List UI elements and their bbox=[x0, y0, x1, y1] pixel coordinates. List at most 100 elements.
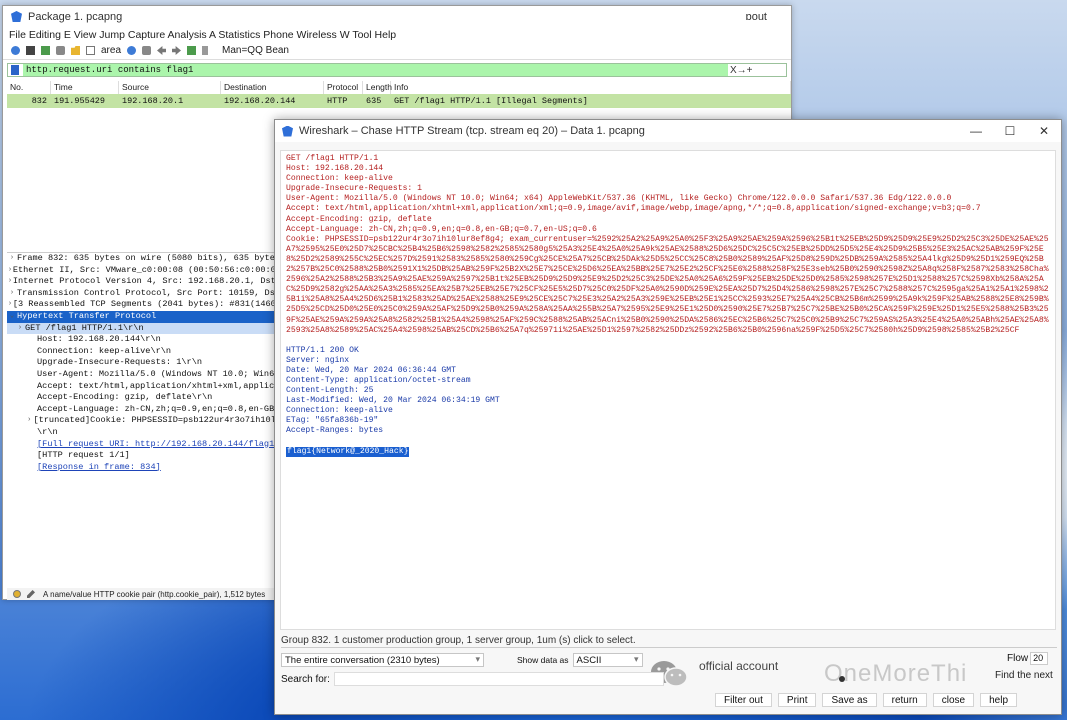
minimize-button[interactable]: — bbox=[959, 124, 993, 138]
go-back-icon[interactable] bbox=[157, 46, 167, 55]
search-input[interactable] bbox=[333, 672, 664, 686]
stop-capture-icon[interactable] bbox=[26, 46, 35, 55]
search-label: Search for: bbox=[281, 673, 330, 685]
expert-info-icon[interactable] bbox=[13, 590, 21, 598]
packet-destination: 192.168.20.144 bbox=[224, 96, 296, 106]
expand-arrow-icon[interactable]: › bbox=[7, 253, 17, 265]
tree-item[interactable]: › [3 Reassembled TCP Segments (2041 bytes… bbox=[7, 299, 281, 311]
maximize-button[interactable]: ☐ bbox=[993, 124, 1027, 138]
find-packet-icon[interactable] bbox=[142, 46, 152, 55]
go-forward-icon[interactable] bbox=[172, 46, 181, 55]
show-data-as-label: Show data as bbox=[517, 655, 569, 665]
response-line: HTTP/1.1 200 OK bbox=[286, 345, 359, 355]
save-as-button[interactable]: Save as bbox=[822, 693, 877, 707]
save-file-icon[interactable] bbox=[86, 46, 95, 55]
request-line: Accept: text/html,application/xhtml+xml,… bbox=[286, 204, 981, 214]
find-next-button[interactable]: Find the next bbox=[995, 671, 1053, 685]
edit-icon[interactable] bbox=[27, 590, 35, 598]
packet-time: 191.955429 bbox=[54, 96, 106, 106]
request-line: User-Agent: Mozilla/5.0 (Windows NT 10.0… bbox=[286, 194, 952, 204]
tree-item[interactable]: › Transmission Control Protocol, Src Port… bbox=[7, 288, 281, 300]
main-toolbar: area Man=QQ Bean bbox=[3, 42, 791, 60]
tree-item[interactable]: › [truncated]Cookie: PHPSESSID=psb122ur4r… bbox=[7, 415, 281, 427]
open-file-icon[interactable] bbox=[71, 46, 80, 55]
toolbar-area-label[interactable]: area bbox=[101, 45, 121, 56]
expand-arrow-icon[interactable]: › bbox=[25, 415, 33, 427]
column-destination[interactable]: Destination bbox=[221, 81, 324, 94]
request-line: Upgrade-Insecure-Requests: 1 bbox=[286, 184, 422, 194]
start-capture-icon[interactable] bbox=[11, 46, 20, 55]
close-button[interactable]: close bbox=[932, 693, 975, 707]
menu-bar[interactable]: File Editing E View Jump Capture Analysi… bbox=[3, 27, 791, 42]
go-first-icon[interactable] bbox=[202, 46, 209, 55]
tree-item[interactable]: Accept-Language: zh-CN,zh;q=0.9,en;q=0.8… bbox=[7, 404, 281, 416]
show-data-as-select[interactable]: ASCII bbox=[572, 653, 643, 667]
tree-item-link[interactable]: [Response in frame: 834] bbox=[7, 462, 281, 474]
tree-item[interactable]: User-Agent: Mozilla/5.0 (Windows NT 10.0… bbox=[7, 369, 281, 381]
column-length[interactable]: Length bbox=[363, 81, 392, 94]
bookmark-filter-icon[interactable] bbox=[11, 65, 19, 75]
packet-details-tree: › Frame 832: 635 bytes on wire (5080 bits… bbox=[7, 252, 281, 582]
packet-info: GET /flag1 HTTP/1.1 [Illegal Segments] bbox=[394, 96, 588, 106]
tree-item[interactable]: Host: 192.168.20.144\r\n bbox=[7, 334, 281, 346]
toolbar-man-label: Man=QQ Bean bbox=[222, 45, 289, 56]
packet-protocol: HTTP bbox=[327, 96, 348, 106]
go-to-packet-icon[interactable] bbox=[187, 46, 197, 55]
expand-arrow-icon[interactable]: › bbox=[7, 288, 17, 300]
stream-content[interactable]: GET /flag1 HTTP/1.1 Host: 192.168.20.144… bbox=[280, 150, 1056, 630]
dialog-status-text: Group 832. 1 customer production group, … bbox=[281, 635, 636, 646]
column-time[interactable]: Time bbox=[51, 81, 119, 94]
status-text: A name/value HTTP cookie pair (http.cook… bbox=[43, 589, 266, 599]
expand-arrow-icon[interactable]: › bbox=[15, 323, 25, 335]
request-line: GET /flag1 HTTP/1.1 bbox=[286, 154, 379, 163]
print-button[interactable]: Print bbox=[777, 693, 817, 707]
filter-clear-apply-buttons[interactable]: X→+ bbox=[730, 65, 753, 76]
column-protocol[interactable]: Protocol bbox=[324, 81, 363, 94]
column-source[interactable]: Source bbox=[119, 81, 221, 94]
tree-item[interactable]: \r\n bbox=[7, 427, 281, 439]
capture-options-icon[interactable] bbox=[56, 46, 65, 55]
search-row: Search for: bbox=[281, 671, 1057, 687]
main-title-bar: Package 1. pcapng ɒout bbox=[3, 6, 791, 27]
close-window-button[interactable]: ✕ bbox=[1027, 124, 1061, 138]
main-window-title: Package 1. pcapng bbox=[28, 10, 123, 23]
reload-icon[interactable] bbox=[127, 46, 137, 55]
return-button[interactable]: return bbox=[882, 693, 927, 707]
response-line: Accept-Ranges: bytes bbox=[286, 426, 384, 436]
flow-spinbox[interactable]: 20 bbox=[1030, 652, 1049, 665]
tree-item-link[interactable]: [Full request URI: http://192.168.20.144… bbox=[7, 439, 281, 451]
restart-capture-icon[interactable] bbox=[41, 46, 50, 55]
tree-item[interactable]: [HTTP request 1/1] bbox=[7, 450, 281, 462]
wireshark-fin-icon bbox=[282, 125, 293, 137]
help-button[interactable]: help bbox=[980, 693, 1017, 707]
tree-item[interactable]: › Ethernet II, Src: VMware_c0:00:08 (00:5… bbox=[7, 265, 281, 277]
display-filter-bar: http.request.uri contains flag1 X→+ bbox=[7, 63, 787, 77]
follow-stream-dialog: Wireshark – Chase HTTP Stream (tcp. stre… bbox=[274, 119, 1062, 715]
response-line: Connection: keep-alive bbox=[286, 406, 393, 416]
tree-item-http-selected[interactable]: ⌄ Hypertext Transfer Protocol bbox=[7, 310, 281, 323]
tree-item[interactable]: Accept-Encoding: gzip, deflate\r\n bbox=[7, 392, 281, 404]
conversation-select[interactable]: The entire conversation (2310 bytes) bbox=[281, 653, 484, 667]
tree-item[interactable]: › Frame 832: 635 bytes on wire (5080 bits… bbox=[7, 253, 281, 265]
packet-row[interactable]: 832 191.955429 192.168.20.1 192.168.20.1… bbox=[7, 94, 791, 108]
flag-text-selected[interactable]: flag1{Network@_2020_Hack} bbox=[286, 446, 410, 457]
response-line: Content-Type: application/octet-stream bbox=[286, 375, 471, 385]
logout-button[interactable]: ɒout bbox=[746, 11, 767, 23]
collapse-arrow-icon[interactable]: ⌄ bbox=[7, 311, 17, 323]
tree-item[interactable]: › Internet Protocol Version 4, Src: 192.1… bbox=[7, 276, 281, 288]
tree-item[interactable]: Accept: text/html,application/xhtml+xml,… bbox=[7, 381, 281, 393]
dialog-title: Wireshark – Chase HTTP Stream (tcp. stre… bbox=[299, 125, 645, 137]
request-line: Accept-Language: zh-CN,zh;q=0.9,en;q=0.8… bbox=[286, 224, 597, 234]
packet-source: 192.168.20.1 bbox=[122, 96, 184, 106]
column-info[interactable]: Info bbox=[391, 81, 791, 94]
tree-item[interactable]: Connection: keep-alive\r\n bbox=[7, 346, 281, 358]
filter-out-button[interactable]: Filter out bbox=[715, 693, 772, 707]
tree-item[interactable]: › GET /flag1 HTTP/1.1\r\n bbox=[7, 322, 281, 335]
column-no[interactable]: No. bbox=[7, 81, 51, 94]
radio-icon[interactable] bbox=[838, 676, 845, 682]
dialog-title-bar: Wireshark – Chase HTTP Stream (tcp. stre… bbox=[275, 120, 1061, 142]
dialog-button-row: Filter out Print Save as return close he… bbox=[715, 693, 1017, 707]
display-filter-input[interactable]: http.request.uri contains flag1 bbox=[23, 64, 728, 76]
tree-item[interactable]: Upgrade-Insecure-Requests: 1\r\n bbox=[7, 357, 281, 369]
request-line: Connection: keep-alive bbox=[286, 174, 393, 184]
